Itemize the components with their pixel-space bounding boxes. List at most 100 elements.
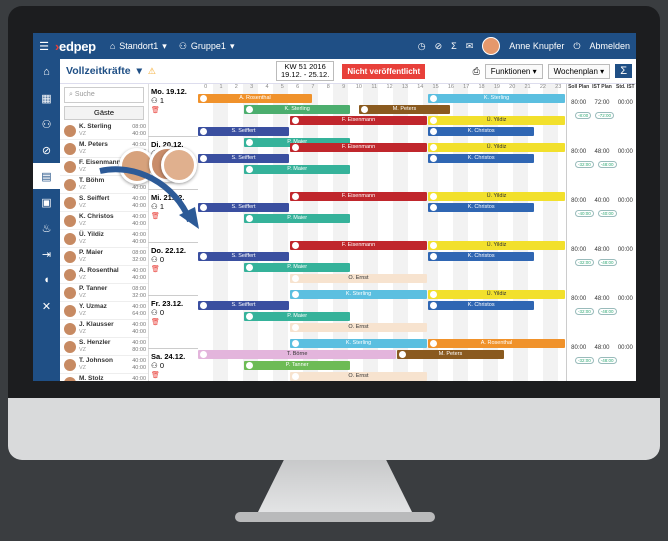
employee-row[interactable]: P. Tanner VZ 08:00 32:00 xyxy=(60,284,148,302)
shift-grid: 0 1 2 3 4 5 6 7 8 9 10 11 12 13 14 15 16 17 18 19 20 21 22 23 A… xyxy=(198,84,566,381)
guests-button[interactable]: Gäste xyxy=(64,106,144,120)
week-plan-dropdown[interactable]: Wochenplan ▾ xyxy=(547,63,611,79)
shift-bar[interactable]: Ü. Yildiz xyxy=(428,116,565,125)
trash-icon[interactable]: 🗑 xyxy=(151,319,160,326)
shift-bar[interactable]: F. Eisenmann xyxy=(290,116,427,125)
shift-bar[interactable]: S. Seiffert xyxy=(198,203,289,212)
logout-icon[interactable]: ⏻ xyxy=(573,41,580,52)
export-icon[interactable]: ⇥ xyxy=(33,241,60,267)
hour-label: 21 xyxy=(524,84,531,90)
shift-bar[interactable]: Ü. Yildiz xyxy=(428,241,565,250)
day-row: Sa. 24.12. ⚇ 0 🗑 xyxy=(148,352,198,381)
stat-value: 80:00 xyxy=(571,149,587,155)
shift-bar[interactable]: K. Christos xyxy=(428,252,535,261)
shift-bar[interactable]: S. Seiffert xyxy=(198,154,289,163)
shift-bar[interactable]: S. Seiffert xyxy=(198,301,289,310)
shift-bar[interactable]: M. Peters xyxy=(397,350,504,359)
timer-icon[interactable]: ⊘ xyxy=(435,41,443,52)
shift-bar[interactable]: T. Börne xyxy=(198,350,397,359)
employee-row[interactable]: Y. Uzmaz VZ 40:00 64:00 xyxy=(60,302,148,320)
save-icon[interactable]: ▣ xyxy=(33,189,60,215)
employee-role: VZ xyxy=(79,347,87,353)
shift-bar[interactable]: Ü. Yildiz xyxy=(428,290,565,299)
trash-icon[interactable]: 🗑 xyxy=(151,266,160,273)
shift-bar[interactable]: S. Seiffert xyxy=(198,252,289,261)
mail-icon[interactable]: ✉ xyxy=(466,41,474,52)
print-icon[interactable]: ⎙ xyxy=(473,66,480,77)
search-input[interactable]: ⌕ Suche xyxy=(64,87,144,103)
shield-icon[interactable]: ◖ xyxy=(33,267,60,293)
shift-bar[interactable]: S. Seiffert xyxy=(198,127,289,136)
employee-row[interactable]: S. Henzler VZ 40:00 80:00 xyxy=(60,338,148,356)
employee-row[interactable]: T. Johnson VZ 40:00 40:00 xyxy=(60,356,148,374)
employee-row[interactable]: M. StolzVZ40:0040:00 xyxy=(60,374,148,381)
time-icon[interactable]: ⊘ xyxy=(33,137,60,163)
trash-icon[interactable]: 🗑 xyxy=(151,372,160,379)
employee-row[interactable]: P. Maier VZ 08:00 32:00 xyxy=(60,248,148,266)
shift-bar[interactable]: F. Eisenmann xyxy=(290,241,427,250)
shift-bar[interactable]: P. Maier xyxy=(244,312,351,321)
location-selector[interactable]: ⌂ Standort1 ▾ xyxy=(110,41,167,52)
not-published-badge[interactable]: Nicht veröffentlicht xyxy=(342,63,426,79)
shift-bar[interactable]: K. Christos xyxy=(428,301,535,310)
shift-bar[interactable]: K. Christos xyxy=(428,203,535,212)
shift-bar[interactable]: K. Sterling xyxy=(244,105,351,114)
shift-bar[interactable]: F. Eisenmann xyxy=(290,192,427,201)
shift-bar[interactable]: P. Maier xyxy=(244,214,351,223)
shift-bar[interactable]: A. Rosenthal xyxy=(198,94,312,103)
nav-sidebar: ⌂ ▦ ⚇ ⊘ ▤ ▣ ♨ ⇥ ◖ ✕ xyxy=(33,59,60,381)
shift-bar[interactable]: F. Eisenmann xyxy=(290,143,427,152)
app-logo[interactable]: ›edpep xyxy=(55,39,96,54)
stats-diff: -40:00 -40:00 xyxy=(575,210,635,217)
employee-row[interactable]: J. Klausser VZ 40:00 40:00 xyxy=(60,320,148,338)
shift-bar[interactable]: P. Maier xyxy=(244,165,351,174)
people-icon[interactable]: ⚇ xyxy=(151,255,158,264)
trash-icon[interactable]: 🗑 xyxy=(151,107,160,114)
clock-icon[interactable]: ◷ xyxy=(418,41,426,52)
day-count: 0 xyxy=(159,255,164,264)
shift-bar[interactable]: O. Ernst xyxy=(290,372,427,381)
shift-bar[interactable]: K. Sterling xyxy=(428,94,565,103)
employee-name: J. Klausser xyxy=(79,321,114,328)
shift-bar[interactable]: O. Ernst xyxy=(290,274,427,283)
employee-row[interactable]: A. Rosenthal VZ 40:00 40:00 xyxy=(60,266,148,284)
shift-bar[interactable]: M. Peters xyxy=(359,105,450,114)
settings-icon[interactable]: ✕ xyxy=(33,293,60,319)
user-avatar[interactable] xyxy=(482,37,501,55)
functions-dropdown[interactable]: Funktionen ▾ xyxy=(484,63,543,79)
employee-row[interactable]: K. Sterling VZ 08:00 40:00 xyxy=(60,122,148,140)
people-icon[interactable]: ⚇ xyxy=(151,361,158,370)
view-selector[interactable]: Vollzeitkräfte xyxy=(66,65,131,77)
people-icon[interactable]: ⚇ xyxy=(151,96,158,105)
warning-icon[interactable]: ⚠ xyxy=(148,66,156,77)
shift-bar[interactable]: Ü. Yildiz xyxy=(428,192,565,201)
shift-bar[interactable]: K. Sterling xyxy=(290,290,427,299)
sum-button[interactable]: Σ xyxy=(615,64,632,78)
menu-icon[interactable]: ☰ xyxy=(33,40,55,53)
calendar-icon[interactable]: ▦ xyxy=(33,85,60,111)
schedule-icon[interactable]: ▤ xyxy=(33,163,60,189)
group-selector[interactable]: ⚇ Gruppe1 ▾ xyxy=(179,41,235,52)
sum-icon[interactable]: Σ xyxy=(451,41,457,51)
shift-bar[interactable]: P. Tanner xyxy=(244,361,351,370)
shift-bar[interactable]: K. Christos xyxy=(428,127,535,136)
logout-button[interactable]: Abmelden xyxy=(589,41,630,51)
shift-bar[interactable]: K. Sterling xyxy=(290,339,427,348)
shift-bar[interactable]: P. Maier xyxy=(244,263,351,272)
week-selector[interactable]: KW 51 2016 19.12. - 25.12. xyxy=(275,61,335,81)
shift-bar[interactable]: O. Ernst xyxy=(290,323,427,332)
day-label: Fr. 23.12. xyxy=(151,299,184,308)
day-label: Sa. 24.12. xyxy=(151,352,186,361)
shift-bar[interactable]: K. Christos xyxy=(428,154,535,163)
user-menu[interactable]: Anne Knupfer xyxy=(509,41,564,51)
employee-hours-total: 32:00 xyxy=(132,292,146,299)
users-icon[interactable]: ⚇ xyxy=(33,111,60,137)
people-icon[interactable]: ⚇ xyxy=(151,308,158,317)
shift-bar[interactable]: A. Rosenthal xyxy=(428,339,565,348)
shift-bar[interactable]: Ü. Yildiz xyxy=(428,143,565,152)
day-row: Fr. 23.12. ⚇ 0 🗑 xyxy=(148,299,198,349)
employee-name: M. Peters xyxy=(79,141,108,148)
stats-diff: -32:00 -48:00 xyxy=(575,357,635,364)
pool-icon[interactable]: ♨ xyxy=(33,215,60,241)
home-icon[interactable]: ⌂ xyxy=(33,59,60,85)
